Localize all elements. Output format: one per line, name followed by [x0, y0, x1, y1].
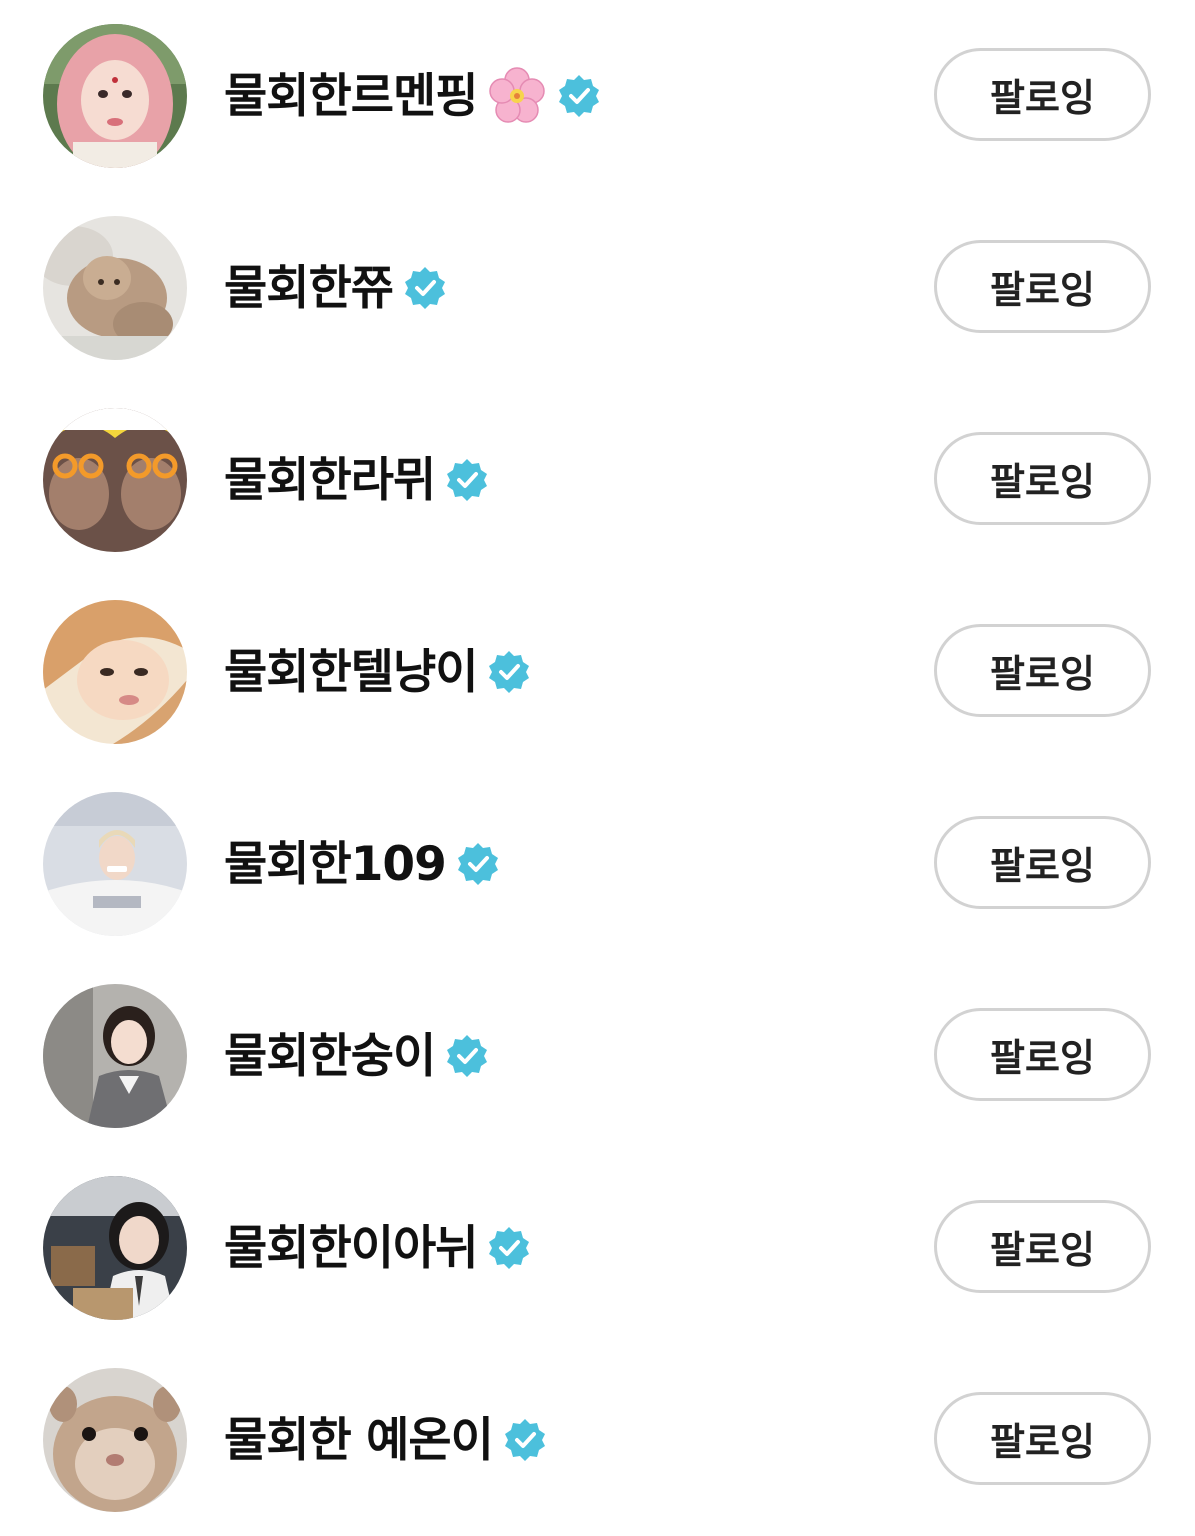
list-item[interactable]: 물회한숭이 팔로잉	[0, 960, 1195, 1152]
following-button[interactable]: 팔로잉	[934, 624, 1151, 717]
following-button[interactable]: 팔로잉	[934, 48, 1151, 141]
verified-badge-icon	[404, 267, 445, 309]
verified-badge-icon	[457, 843, 498, 885]
verified-badge-icon	[559, 75, 600, 117]
list-item[interactable]: 물회한라뮈 팔로잉	[0, 384, 1195, 576]
username[interactable]: 물회한숭이	[224, 1033, 436, 1080]
following-button[interactable]: 팔로잉	[934, 816, 1151, 909]
following-button[interactable]: 팔로잉	[934, 1008, 1151, 1101]
verified-badge-icon	[504, 1419, 545, 1461]
avatar[interactable]	[43, 1368, 187, 1512]
avatar[interactable]	[43, 600, 187, 744]
following-button[interactable]: 팔로잉	[934, 1200, 1151, 1293]
following-button[interactable]: 팔로잉	[934, 432, 1151, 525]
list-item[interactable]: 물회한르멘핑 팔로잉	[0, 0, 1195, 192]
username-group: 물회한109	[224, 828, 500, 900]
avatar[interactable]	[43, 792, 187, 936]
username[interactable]: 물회한텔냥이	[224, 649, 478, 696]
avatar[interactable]	[43, 216, 187, 360]
username-group: 물회한르멘핑	[224, 60, 601, 132]
username-group: 물회한숭이	[224, 1020, 489, 1092]
following-button[interactable]: 팔로잉	[934, 1392, 1151, 1485]
username-group: 물회한이아뉘	[224, 1212, 531, 1284]
avatar[interactable]	[43, 408, 187, 552]
username[interactable]: 물회한라뮈	[224, 457, 436, 504]
verified-badge-icon	[447, 1035, 488, 1077]
username[interactable]: 물회한쮸	[224, 265, 394, 312]
avatar[interactable]	[43, 24, 187, 168]
avatar[interactable]	[43, 984, 187, 1128]
username-group: 물회한라뮈	[224, 444, 489, 516]
list-item[interactable]: 물회한텔냥이 팔로잉	[0, 576, 1195, 768]
following-button[interactable]: 팔로잉	[934, 240, 1151, 333]
username[interactable]: 물회한109	[224, 841, 447, 888]
verified-badge-icon	[447, 459, 488, 501]
username-group: 물회한쮸	[224, 252, 447, 324]
list-item[interactable]: 물회한 예온이 팔로잉	[0, 1344, 1195, 1536]
verified-badge-icon	[489, 1227, 530, 1269]
username[interactable]: 물회한르멘핑	[224, 73, 478, 120]
list-item[interactable]: 물회한이아뉘 팔로잉	[0, 1152, 1195, 1344]
list-item[interactable]: 물회한쮸 팔로잉	[0, 192, 1195, 384]
list-item[interactable]: 물회한109 팔로잉	[0, 768, 1195, 960]
following-list: 물회한르멘핑 팔로잉 물회한쮸 팔로잉 물회한라뮈 팔로잉 물회한텔냥이 팔로잉…	[0, 0, 1195, 1535]
username-group: 물회한 예온이	[224, 1404, 547, 1476]
username-group: 물회한텔냥이	[224, 636, 531, 708]
verified-badge-icon	[489, 651, 530, 693]
avatar[interactable]	[43, 1176, 187, 1320]
username[interactable]: 물회한 예온이	[224, 1417, 494, 1464]
username[interactable]: 물회한이아뉘	[224, 1225, 478, 1272]
cherry-blossom-icon	[489, 67, 546, 123]
